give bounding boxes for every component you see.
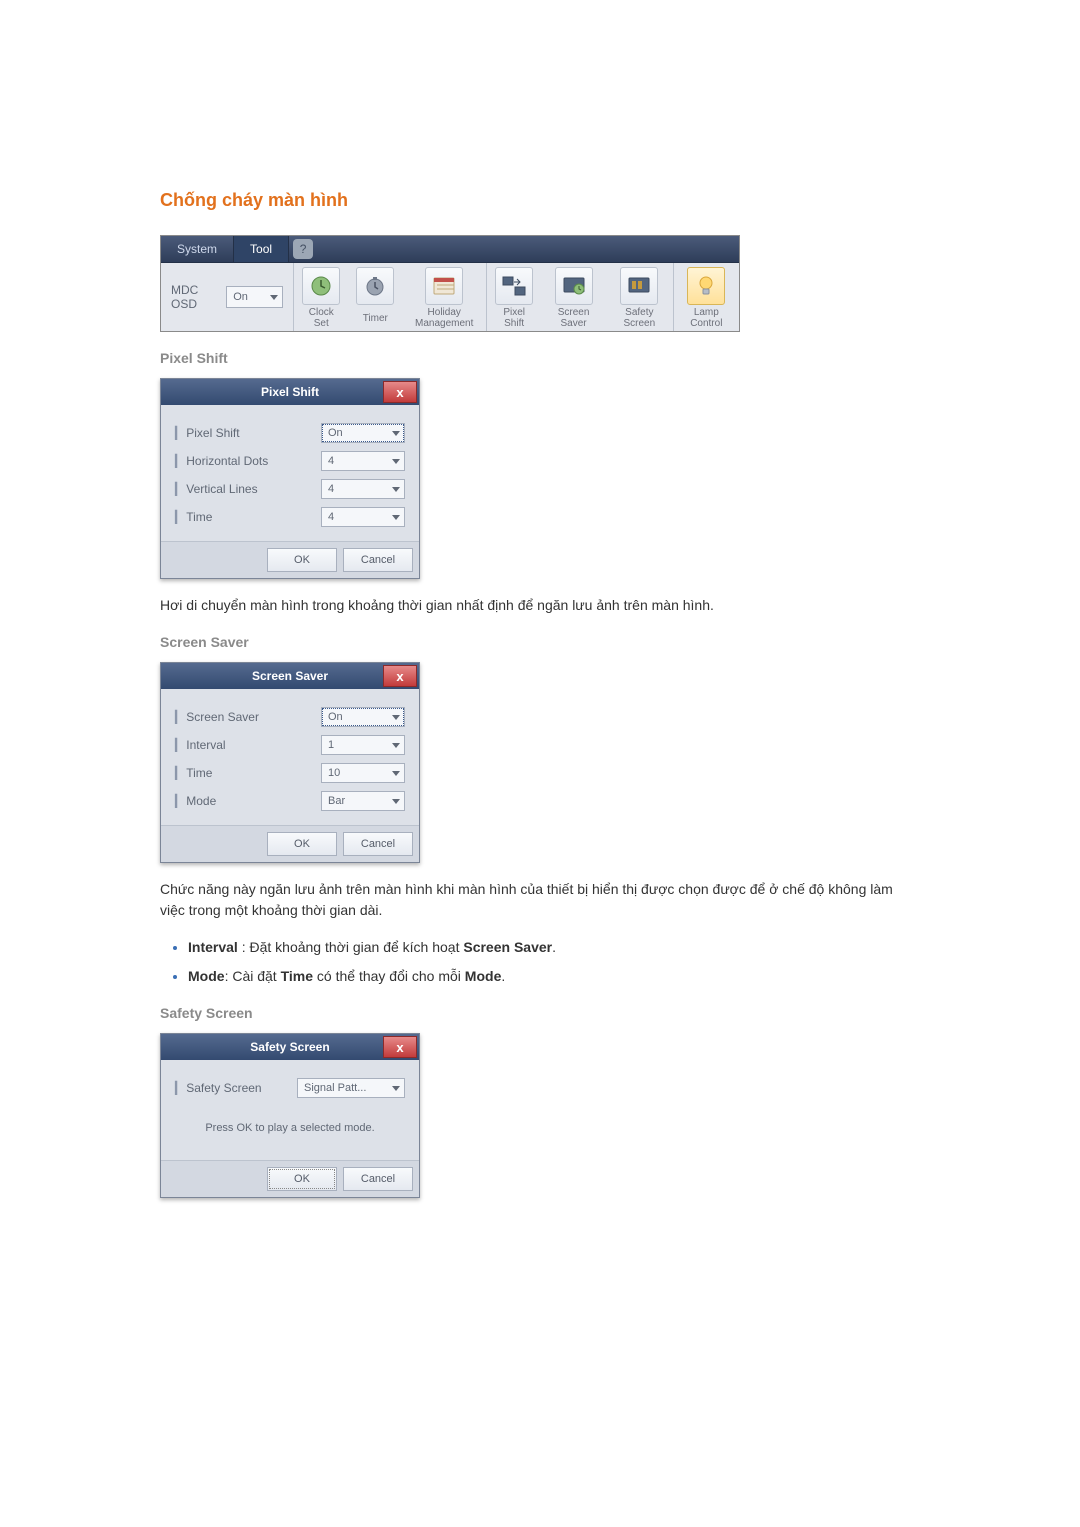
label-interval: Interval [175, 738, 226, 752]
safety-screen-subhead: Safety Screen [160, 1005, 920, 1021]
list-item: Mode: Cài đặt Time có thể thay đổi cho m… [188, 966, 920, 987]
chevron-down-icon [392, 743, 400, 748]
chevron-down-icon [392, 431, 400, 436]
ribbon-toolbar: System Tool ? MDC OSD On Clock Set Timer [160, 235, 740, 332]
calendar-icon [431, 275, 457, 297]
cancel-button[interactable]: Cancel [343, 1167, 413, 1191]
cancel-button[interactable]: Cancel [343, 548, 413, 572]
pixel-shift-subhead: Pixel Shift [160, 350, 920, 366]
select-horizontal-dots[interactable]: 4 [321, 451, 405, 471]
close-button[interactable]: x [383, 665, 417, 687]
pixel-shift-desc: Hơi di chuyển màn hình trong khoảng thời… [160, 595, 920, 616]
select-time[interactable]: 4 [321, 507, 405, 527]
mdc-osd-label: MDC OSD [171, 283, 218, 311]
chevron-down-icon [392, 771, 400, 776]
pixel-shift-dialog: Pixel Shift x Pixel Shift On Horizontal … [160, 378, 420, 579]
chevron-down-icon [392, 799, 400, 804]
screen-saver-desc: Chức năng này ngăn lưu ảnh trên màn hình… [160, 879, 920, 921]
safety-screen-button[interactable]: Safety Screen [606, 263, 673, 331]
screen-saver-subhead: Screen Saver [160, 634, 920, 650]
chevron-down-icon [392, 1086, 400, 1091]
close-button[interactable]: x [383, 1036, 417, 1058]
select-time[interactable]: 10 [321, 763, 405, 783]
dialog-title: Safety Screen [250, 1040, 329, 1054]
label-mode: Mode [175, 794, 216, 808]
clock-set-button[interactable]: Clock Set [294, 263, 348, 331]
mdc-osd-group: MDC OSD On [161, 263, 294, 331]
screen-saver-icon [562, 276, 586, 296]
select-screen-saver[interactable]: On [321, 707, 405, 727]
mdc-osd-select[interactable]: On [226, 286, 283, 308]
timer-icon [364, 275, 386, 297]
label-safety-screen: Safety Screen [175, 1081, 262, 1095]
pixel-shift-button[interactable]: Pixel Shift [487, 263, 541, 331]
select-interval[interactable]: 1 [321, 735, 405, 755]
label-screen-saver: Screen Saver [175, 710, 259, 724]
label-horizontal-dots: Horizontal Dots [175, 454, 268, 468]
safety-screen-icon [627, 276, 651, 296]
group-screen-protect: Pixel Shift Screen Saver Safety Screen [487, 263, 674, 331]
ok-button[interactable]: OK [267, 548, 337, 572]
select-safety-screen[interactable]: Signal Patt... [297, 1078, 405, 1098]
section-heading: Chống cháy màn hình [160, 190, 920, 211]
help-icon[interactable]: ? [293, 239, 313, 259]
group-lamp: Lamp Control [674, 263, 739, 331]
label-time: Time [175, 766, 212, 780]
screen-saver-button[interactable]: Screen Saver [541, 263, 606, 331]
clock-icon [310, 275, 332, 297]
chevron-down-icon [270, 295, 278, 300]
safety-screen-note: Press OK to play a selected mode. [175, 1106, 405, 1154]
ok-button[interactable]: OK [267, 1167, 337, 1191]
select-mode[interactable]: Bar [321, 791, 405, 811]
tab-tool[interactable]: Tool [234, 236, 289, 262]
cancel-button[interactable]: Cancel [343, 832, 413, 856]
mdc-osd-value: On [233, 291, 248, 303]
holiday-management-button[interactable]: Holiday Management [402, 263, 486, 331]
label-vertical-lines: Vertical Lines [175, 482, 258, 496]
dialog-title: Screen Saver [252, 669, 328, 683]
screen-saver-bullets: Interval : Đặt khoảng thời gian để kích … [160, 937, 920, 987]
timer-button[interactable]: Timer [348, 263, 402, 331]
select-pixel-shift[interactable]: On [321, 423, 405, 443]
group-time: Clock Set Timer Holiday Management [294, 263, 487, 331]
label-time: Time [175, 510, 212, 524]
safety-screen-dialog: Safety Screen x Safety Screen Signal Pat… [160, 1033, 420, 1198]
label-pixel-shift: Pixel Shift [175, 426, 240, 440]
ok-button[interactable]: OK [267, 832, 337, 856]
chevron-down-icon [392, 715, 400, 720]
tab-system[interactable]: System [161, 236, 234, 262]
chevron-down-icon [392, 487, 400, 492]
close-button[interactable]: x [383, 381, 417, 403]
chevron-down-icon [392, 515, 400, 520]
pixel-shift-icon [502, 276, 526, 296]
chevron-down-icon [392, 459, 400, 464]
lamp-icon [696, 275, 716, 297]
dialog-title: Pixel Shift [261, 385, 319, 399]
list-item: Interval : Đặt khoảng thời gian để kích … [188, 937, 920, 958]
screen-saver-dialog: Screen Saver x Screen Saver On Interval … [160, 662, 420, 863]
select-vertical-lines[interactable]: 4 [321, 479, 405, 499]
lamp-control-button[interactable]: Lamp Control [674, 263, 739, 331]
